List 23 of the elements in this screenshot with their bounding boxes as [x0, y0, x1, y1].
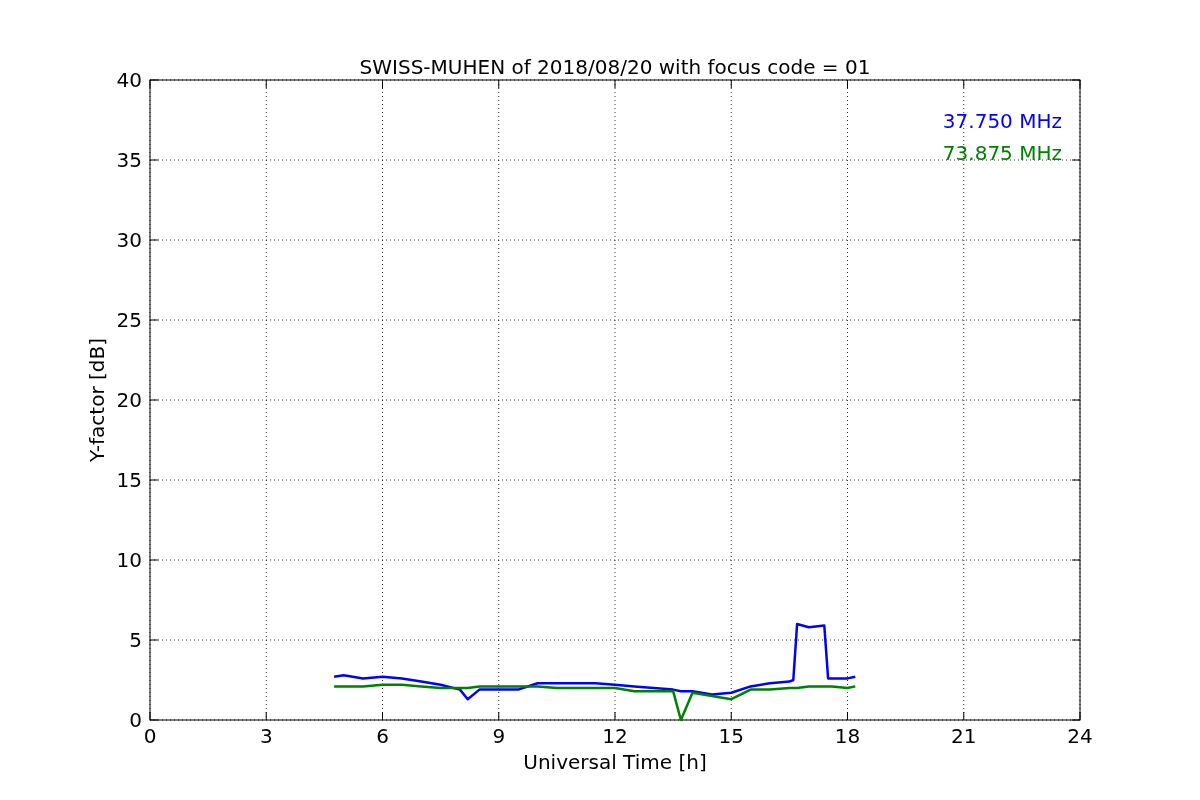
x-tick-label: 15	[718, 724, 744, 748]
y-tick-label: 10	[116, 548, 142, 572]
x-axis-label: Universal Time [h]	[523, 750, 707, 774]
y-tick-label: 0	[129, 708, 142, 732]
x-tick-label: 6	[376, 724, 389, 748]
y-tick-label: 20	[116, 388, 142, 412]
x-tick-label: 3	[259, 724, 273, 748]
legend-label: 73.875 MHz	[942, 141, 1062, 165]
y-tick-label: 35	[116, 148, 142, 172]
y-tick-label: 30	[116, 228, 142, 252]
y-tick-label: 40	[116, 68, 142, 92]
y-axis-label: Y-factor [dB]	[85, 338, 109, 462]
x-tick-label: 0	[143, 724, 157, 748]
y-tick-label: 5	[129, 628, 142, 652]
x-tick-label: 24	[1067, 724, 1093, 748]
x-tick-label: 12	[602, 724, 628, 748]
chart-title: SWISS-MUHEN of 2018/08/20 with focus code = 01	[359, 55, 871, 79]
x-tick-label: 9	[492, 724, 506, 748]
y-tick-label: 25	[116, 308, 142, 332]
y-tick-label: 15	[116, 468, 142, 492]
legend-label: 37.750 MHz	[942, 109, 1062, 133]
x-tick-label: 21	[951, 724, 977, 748]
x-tick-label: 18	[834, 724, 861, 748]
